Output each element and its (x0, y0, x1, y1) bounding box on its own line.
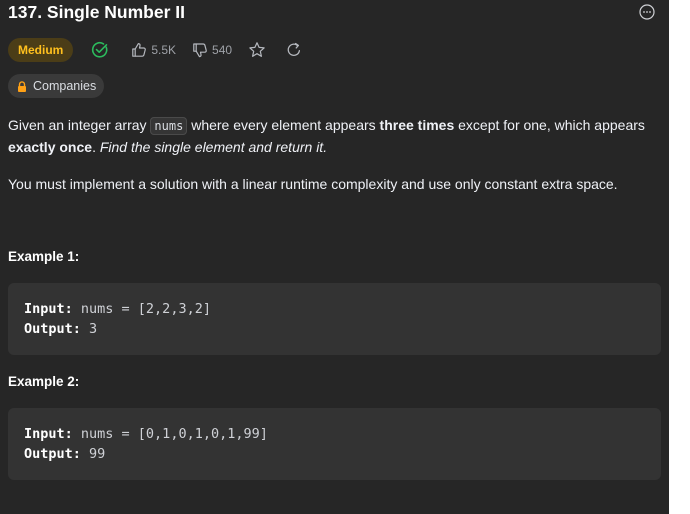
dislike-button[interactable]: 540 (192, 42, 232, 58)
example-1-input: Input: nums = [2,2,3,2] (24, 299, 661, 319)
output-value: 99 (80, 446, 106, 462)
example-2-output: Output: 99 (24, 444, 661, 464)
more-options-icon[interactable] (639, 4, 655, 20)
example-2-block: Input: nums = [0,1,0,1,0,1,99] Output: 9… (8, 408, 661, 480)
input-key: Input: (24, 301, 73, 317)
problem-description-panel: 137. Single Number II Medium 5.5K 540 Co… (0, 0, 669, 514)
thumbs-down-icon (192, 42, 212, 58)
example-2-input: Input: nums = [0,1,0,1,0,1,99] (24, 424, 661, 444)
description-paragraph: Given an integer array nums where every … (8, 115, 648, 158)
problem-description: Given an integer array nums where every … (8, 115, 648, 195)
thumbs-up-icon (131, 42, 151, 58)
example-1-block: Input: nums = [2,2,3,2] Output: 3 (8, 283, 661, 355)
output-key: Output: (24, 446, 81, 462)
desc-bold: exactly once (8, 139, 93, 155)
like-count: 5.5K (151, 43, 177, 57)
redo-icon[interactable] (286, 42, 302, 58)
input-key: Input: (24, 426, 73, 442)
desc-emphasis: Find the single element and return it. (99, 139, 328, 155)
desc-text: . (92, 139, 100, 155)
solved-check-icon (91, 41, 109, 59)
desc-text: except for one, which appears (454, 117, 645, 133)
input-value: nums = [2,2,3,2] (72, 301, 211, 317)
example-2-label: Example 2: (8, 374, 80, 389)
desc-text: Given an integer array (8, 117, 151, 133)
companies-tag[interactable]: Companies (8, 74, 105, 98)
example-1-label: Example 1: (8, 249, 80, 264)
title-row: 137. Single Number II (8, 0, 661, 28)
example-1-output: Output: 3 (24, 319, 661, 339)
output-value: 3 (80, 321, 98, 337)
meta-row: Medium 5.5K 540 (8, 37, 302, 63)
output-key: Output: (24, 321, 81, 337)
lock-icon (17, 80, 27, 92)
dislike-count: 540 (212, 43, 233, 57)
companies-label: Companies (33, 79, 97, 93)
problem-title[interactable]: 137. Single Number II (8, 2, 185, 23)
star-icon[interactable] (248, 41, 266, 59)
desc-text: where every element appears (187, 117, 380, 133)
desc-bold: three times (379, 117, 455, 133)
difficulty-badge: Medium (8, 38, 74, 62)
description-constraint: You must implement a solution with a lin… (8, 176, 618, 192)
input-value: nums = [0,1,0,1,0,1,99] (72, 426, 268, 442)
like-button[interactable]: 5.5K (131, 42, 176, 58)
inline-code: nums (150, 117, 188, 135)
